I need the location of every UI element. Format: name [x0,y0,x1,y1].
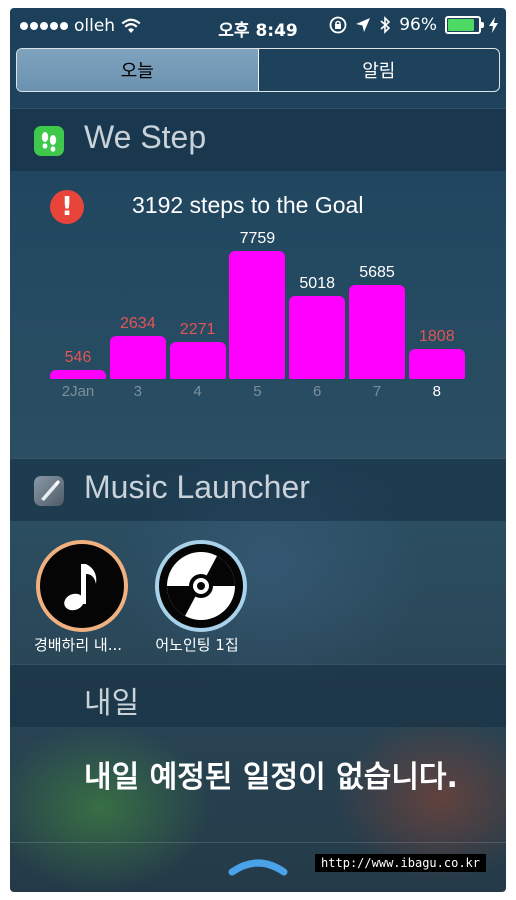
status-bar: olleh 오후 8:49 96% [10,8,506,44]
music-shortcut-2[interactable] [155,540,247,632]
bar-category-label: 7 [372,383,382,400]
rotation-lock-icon [329,16,347,34]
charging-bolt-icon [489,17,498,33]
battery-icon [445,16,484,34]
bar-8 [408,349,465,379]
steps-to-goal: 3192 steps to the Goal [132,192,364,218]
close-grabber-handle[interactable] [228,856,288,876]
bar-value-label: 7759 [239,230,276,247]
notification-center: olleh 오후 8:49 96% 오늘 알림 We Step ! 3192 s… [10,8,506,892]
we-step-title: We Step [84,119,207,155]
music-launcher-header[interactable]: Music Launcher [10,458,506,521]
watermark: http://www.ibagu.co.kr [315,854,486,872]
divider [10,842,506,843]
bar-category-label: 5 [253,383,262,400]
tab-today[interactable]: 오늘 [17,49,259,91]
bar-value-label: 5685 [359,264,395,282]
bar-category-label: 8 [432,383,441,400]
bar-value-label: 2634 [120,314,156,332]
bar-5 [229,251,286,379]
footprints-icon [34,126,64,156]
we-step-header[interactable]: We Step [10,108,506,171]
bar-category-label: 3 [133,383,142,400]
bar-category-label: 2Jan [61,383,95,400]
location-arrow-icon [356,18,371,32]
bar-value-label: 2271 [179,320,216,338]
bar-value-label: 546 [64,348,92,366]
bar-3 [109,335,166,379]
music-shortcut-1[interactable] [36,540,128,632]
music-note-icon [64,564,97,611]
bar-category-label: 4 [193,383,202,400]
bar-category-label: 6 [313,383,322,400]
view-segmented-control: 오늘 알림 [16,48,500,92]
music-launcher-title: Music Launcher [84,469,310,505]
bar-6 [289,296,346,379]
bar-7 [349,285,405,379]
bar-4 [169,341,226,379]
tab-notifications[interactable]: 알림 [259,49,500,91]
bluetooth-icon [380,16,391,34]
battery-percent: 96% [399,15,437,35]
music-shortcut-2-label[interactable]: 어노인팅 1집 [137,634,257,655]
bar-2Jan [50,369,106,379]
no-events-message: 내일 예정된 일정이 없습니다. [84,760,458,795]
music-launcher-app-icon [34,476,64,506]
music-shortcut-1-label[interactable]: 경배하리 내... [18,634,138,655]
tomorrow-title: 내일 [84,686,140,721]
bar-value-label: 1808 [419,328,455,346]
cd-icon [167,552,235,620]
bar-value-label: 5018 [299,275,335,293]
alert-icon: ! [50,190,84,224]
